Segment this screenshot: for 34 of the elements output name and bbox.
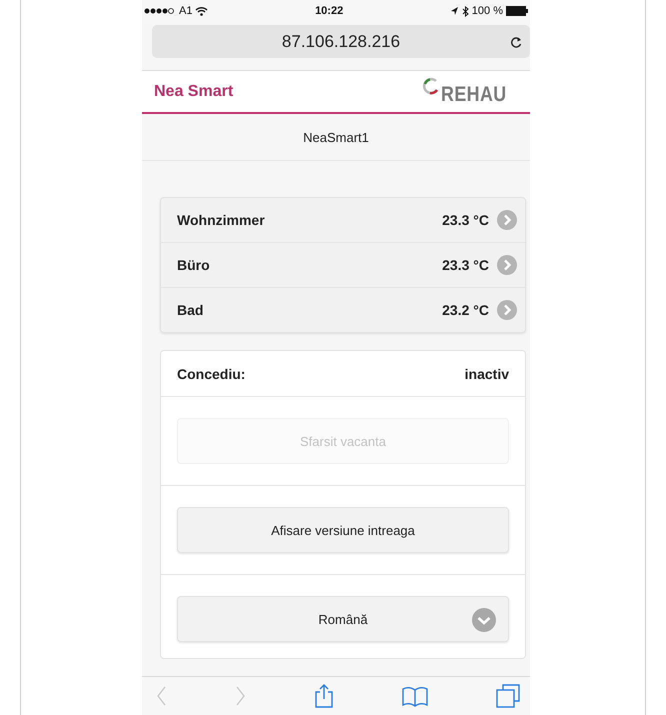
chevron-right-icon [497, 255, 517, 275]
language-select[interactable]: Română [177, 596, 509, 642]
swirl-logo-icon [422, 76, 440, 94]
device-name: NeaSmart1 [303, 130, 369, 144]
room-row[interactable]: Büro 23.3 °C [161, 242, 525, 287]
room-row[interactable]: Wohnzimmer 23.3 °C [161, 198, 525, 242]
brand-logo: REHAU [440, 82, 506, 106]
carrier-name: A1 [179, 5, 192, 17]
vacation-label: Concediu: [177, 366, 246, 382]
chevron-down-icon [472, 608, 496, 632]
room-name: Bad [177, 302, 204, 318]
bluetooth-icon [462, 6, 469, 16]
app-title: Nea Smart [154, 82, 234, 100]
battery-percent: 100 % [472, 5, 503, 17]
chevron-right-icon [497, 210, 517, 230]
share-icon[interactable] [314, 684, 334, 708]
room-temperature: 23.2 °C [442, 302, 489, 318]
address-bar[interactable]: 87.106.128.216 [152, 25, 530, 58]
room-name: Wohnzimmer [177, 212, 266, 228]
full-version-button[interactable]: Afisare versiune intreaga [177, 507, 509, 553]
tabs-icon[interactable] [496, 684, 520, 708]
battery-icon [506, 6, 528, 16]
clock-time: 10:22 [315, 5, 344, 17]
vacation-status: inactiv [464, 366, 509, 382]
room-name: Büro [177, 257, 211, 273]
wifi-icon [195, 6, 208, 16]
signal-icon [144, 6, 176, 16]
location-arrow-icon [450, 6, 459, 16]
room-row[interactable]: Bad 23.2 °C [161, 287, 525, 332]
reload-icon[interactable] [510, 36, 522, 48]
chevron-right-icon [497, 300, 517, 320]
room-temperature: 23.3 °C [442, 257, 489, 273]
room-temperature: 23.3 °C [442, 212, 489, 228]
book-icon[interactable] [402, 685, 428, 707]
